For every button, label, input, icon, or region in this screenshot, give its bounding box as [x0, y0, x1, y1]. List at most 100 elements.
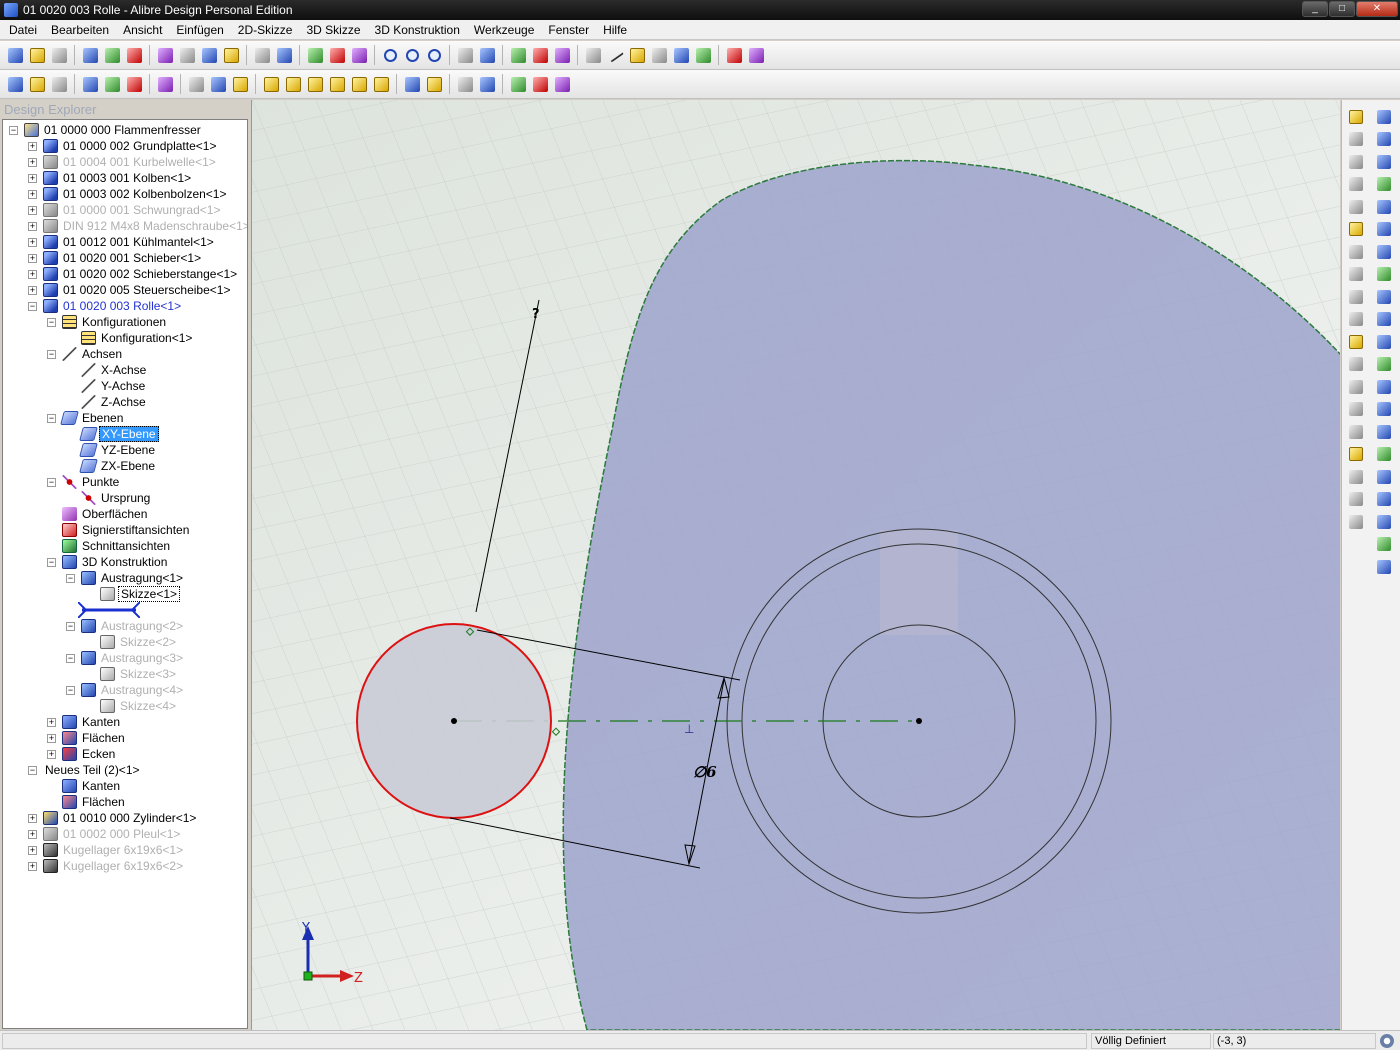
offset-button[interactable]	[1344, 421, 1368, 442]
menu-fenster[interactable]: Fenster	[541, 20, 596, 40]
iso-view-5-button[interactable]	[349, 74, 369, 94]
menu-einfügen[interactable]: Einfügen	[169, 20, 230, 40]
tree-item[interactable]: Y-Achse	[66, 378, 147, 394]
collapse-icon[interactable]: −	[47, 557, 56, 567]
tree-item[interactable]: + Kugellager 6x19x6<2>	[28, 858, 185, 874]
section-button[interactable]	[155, 74, 175, 94]
list-button[interactable]	[671, 45, 691, 65]
pattern3d-button[interactable]	[1372, 421, 1396, 442]
tree-item[interactable]: +01 0012 001 Kühlmantel<1>	[28, 234, 216, 250]
tree-item[interactable]: − Austragung<1>	[66, 570, 185, 586]
view-back-button[interactable]	[27, 74, 47, 94]
previous-view-button[interactable]	[455, 45, 475, 65]
expand-icon[interactable]: +	[28, 845, 37, 855]
menu-werkzeuge[interactable]: Werkzeuge	[467, 20, 541, 40]
constraint-button[interactable]	[530, 45, 550, 65]
open-button[interactable]	[27, 45, 47, 65]
text-button[interactable]	[1344, 331, 1368, 352]
pattern-button[interactable]	[1344, 399, 1368, 420]
expand-icon[interactable]: +	[28, 237, 37, 247]
sketch-measure-button[interactable]	[552, 74, 572, 94]
expand-icon[interactable]: +	[28, 269, 37, 279]
expand-icon[interactable]: +	[28, 189, 37, 199]
tree-item[interactable]: Konfiguration<1>	[66, 330, 194, 346]
feature-button[interactable]	[649, 45, 669, 65]
loft-button[interactable]	[1372, 309, 1396, 330]
tree-item[interactable]: +01 0003 002 Kolbenbolzen<1>	[28, 186, 228, 202]
balance-button[interactable]	[746, 45, 766, 65]
normal-to-button[interactable]	[402, 74, 422, 94]
dimension-label[interactable]: ∅6	[693, 763, 717, 781]
sketch-draw-button[interactable]	[530, 74, 550, 94]
tree-item[interactable]: +01 0000 001 Schwungrad<1>	[28, 202, 222, 218]
collapse-icon[interactable]: −	[47, 349, 56, 359]
expand-icon[interactable]: +	[28, 205, 37, 215]
tree-item[interactable]: Flächen	[47, 794, 127, 810]
tree-item[interactable]: − Ebenen	[47, 410, 125, 426]
grid-snap-button[interactable]	[208, 74, 228, 94]
tree-item[interactable]: − Neues Teil (2)<1>	[28, 762, 142, 778]
tree-item[interactable]: +01 0020 001 Schieber<1>	[28, 250, 203, 266]
view-top-button[interactable]	[49, 74, 69, 94]
export-button[interactable]	[693, 45, 713, 65]
delete-button[interactable]	[221, 45, 241, 65]
flip-button[interactable]	[424, 74, 444, 94]
sketch-tools-button[interactable]	[508, 74, 528, 94]
revolve-button[interactable]	[1372, 151, 1396, 172]
expand-icon[interactable]: +	[28, 141, 37, 151]
expand-icon[interactable]: +	[47, 733, 56, 743]
collapse-icon[interactable]: −	[66, 573, 75, 583]
collapse-icon[interactable]: −	[47, 477, 56, 487]
cut-extrude-button[interactable]	[1372, 129, 1396, 150]
tree-item[interactable]: +01 0003 001 Kolben<1>	[28, 170, 193, 186]
tree-item[interactable]: Skizze<3>	[85, 666, 178, 682]
expand-icon[interactable]: +	[28, 813, 37, 823]
undo-button[interactable]	[252, 45, 272, 65]
grid-display-button[interactable]	[230, 74, 250, 94]
select-button[interactable]	[305, 45, 325, 65]
cut-revolve-button[interactable]	[1372, 174, 1396, 195]
arc-button[interactable]	[1344, 241, 1368, 262]
expand-icon[interactable]: +	[47, 717, 56, 727]
wireframe-button[interactable]	[80, 74, 100, 94]
expand-icon[interactable]: +	[28, 285, 37, 295]
sphere-button[interactable]	[1372, 331, 1396, 352]
boolean-button[interactable]	[1372, 399, 1396, 420]
grid-button[interactable]	[186, 74, 206, 94]
collapse-icon[interactable]: −	[66, 621, 75, 631]
tree-item[interactable]: − Austragung<4>	[66, 682, 185, 698]
save-button[interactable]	[49, 45, 69, 65]
add-button[interactable]	[1344, 129, 1368, 150]
constraint-show-button[interactable]	[477, 74, 497, 94]
collapse-icon[interactable]: −	[28, 301, 37, 311]
tree-item[interactable]: − Austragung<3>	[66, 650, 185, 666]
tree-item[interactable]: Z-Achse	[66, 394, 148, 410]
bore-center-point[interactable]	[916, 718, 922, 724]
tree-item[interactable]: +01 0010 000 Zylinder<1>	[28, 810, 198, 826]
line2-button[interactable]	[1344, 196, 1368, 217]
mirror3d-button[interactable]	[1372, 444, 1396, 465]
tree-item[interactable]: +01 0020 005 Steuerscheibe<1>	[28, 282, 232, 298]
tree-item[interactable]: Skizze<4>	[85, 698, 178, 714]
tree-item[interactable]: + Kanten	[47, 714, 122, 730]
tree-item[interactable]: − 3D Konstruktion	[47, 554, 169, 570]
new-button[interactable]	[5, 45, 25, 65]
menu-2d-skizze[interactable]: 2D-Skizze	[231, 20, 300, 40]
close-button[interactable]: ✕	[1356, 1, 1398, 17]
tree-item[interactable]: Kanten	[47, 778, 122, 794]
shaded-button[interactable]	[124, 74, 144, 94]
expand-icon[interactable]: +	[28, 173, 37, 183]
sheetmetal-button[interactable]	[1372, 466, 1396, 487]
collapse-icon[interactable]: −	[47, 317, 56, 327]
expand-icon[interactable]: +	[47, 749, 56, 759]
menu-bearbeiten[interactable]: Bearbeiten	[44, 20, 116, 40]
iso-view-4-button[interactable]	[327, 74, 347, 94]
cut-button[interactable]	[155, 45, 175, 65]
mirror-button[interactable]	[1344, 489, 1368, 510]
minimize-button[interactable]: _	[1302, 1, 1328, 17]
measure-button[interactable]	[724, 45, 744, 65]
project-button[interactable]	[1344, 511, 1368, 532]
copy-button[interactable]	[1344, 466, 1368, 487]
axis-button[interactable]	[605, 45, 625, 65]
tree-item[interactable]: Signierstiftansichten	[47, 522, 191, 538]
